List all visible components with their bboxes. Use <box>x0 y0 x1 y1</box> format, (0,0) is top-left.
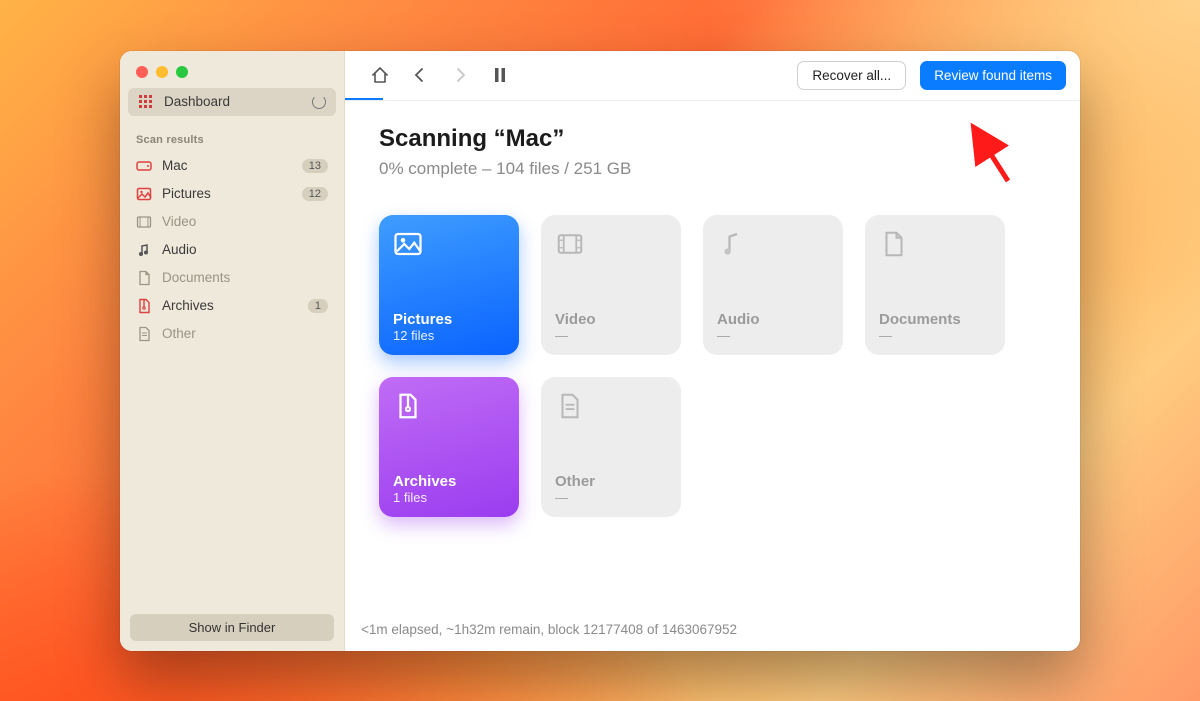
other-icon <box>136 326 152 342</box>
sidebar-item-archives[interactable]: Archives 1 <box>120 292 344 320</box>
chevron-left-icon <box>412 67 428 83</box>
sidebar-item-audio[interactable]: Audio <box>120 236 344 264</box>
app-window: Dashboard Scan results Mac 13 Pictures 1… <box>120 51 1080 651</box>
dashboard-label: Dashboard <box>164 94 230 109</box>
sidebar-item-label: Archives <box>162 298 214 313</box>
progress-accent <box>345 98 383 100</box>
document-icon <box>879 229 909 259</box>
card-title: Archives <box>393 473 505 490</box>
loading-spinner-icon <box>312 95 326 109</box>
pause-button[interactable] <box>487 62 513 88</box>
archive-icon <box>136 298 152 314</box>
minimize-window-button[interactable] <box>156 66 168 78</box>
card-subtitle: — <box>879 328 991 343</box>
audio-icon <box>136 242 152 258</box>
page-title: Scanning “Mac” <box>379 125 1046 153</box>
count-badge: 12 <box>302 187 328 201</box>
sidebar-item-video[interactable]: Video <box>120 208 344 236</box>
sidebar-item-pictures[interactable]: Pictures 12 <box>120 180 344 208</box>
card-subtitle: — <box>555 490 667 505</box>
card-title: Other <box>555 473 667 490</box>
status-bar: <1m elapsed, ~1h32m remain, block 121774… <box>345 612 1080 651</box>
archive-icon <box>393 391 423 421</box>
card-subtitle: — <box>555 328 667 343</box>
sidebar-item-label: Video <box>162 214 196 229</box>
sidebar-item-label: Pictures <box>162 186 211 201</box>
audio-icon <box>717 229 747 259</box>
home-icon <box>370 65 390 85</box>
close-window-button[interactable] <box>136 66 148 78</box>
sidebar-nav: Mac 13 Pictures 12 Video Audio Documents <box>120 152 344 348</box>
pause-icon <box>493 67 507 83</box>
card-title: Pictures <box>393 311 505 328</box>
card-archives[interactable]: Archives 1 files <box>379 377 519 517</box>
card-subtitle: 1 files <box>393 490 505 505</box>
video-icon <box>555 229 585 259</box>
card-subtitle: 12 files <box>393 328 505 343</box>
sidebar-item-label: Audio <box>162 242 197 257</box>
card-video[interactable]: Video — <box>541 215 681 355</box>
page-subtitle: 0% complete – 104 files / 251 GB <box>379 159 1046 179</box>
count-badge: 13 <box>302 159 328 173</box>
recover-all-button[interactable]: Recover all... <box>797 61 906 90</box>
sidebar-section-label: Scan results <box>120 116 344 152</box>
card-audio[interactable]: Audio — <box>703 215 843 355</box>
card-other[interactable]: Other — <box>541 377 681 517</box>
grid-icon <box>138 94 154 110</box>
chevron-right-icon <box>452 67 468 83</box>
other-icon <box>555 391 585 421</box>
card-documents[interactable]: Documents — <box>865 215 1005 355</box>
sidebar-dashboard[interactable]: Dashboard <box>128 88 336 116</box>
card-title: Audio <box>717 311 829 328</box>
sidebar-item-documents[interactable]: Documents <box>120 264 344 292</box>
sidebar: Dashboard Scan results Mac 13 Pictures 1… <box>120 51 345 651</box>
window-controls <box>120 51 344 88</box>
video-icon <box>136 214 152 230</box>
home-button[interactable] <box>367 62 393 88</box>
main-panel: Recover all... Review found items Scanni… <box>345 51 1080 651</box>
picture-icon <box>393 229 423 259</box>
picture-icon <box>136 186 152 202</box>
card-subtitle: — <box>717 328 829 343</box>
document-icon <box>136 270 152 286</box>
disk-icon <box>136 158 152 174</box>
sidebar-item-label: Other <box>162 326 196 341</box>
card-pictures[interactable]: Pictures 12 files <box>379 215 519 355</box>
show-in-finder-button[interactable]: Show in Finder <box>130 614 334 641</box>
sidebar-footer: Show in Finder <box>120 604 344 651</box>
back-button[interactable] <box>407 62 433 88</box>
card-title: Documents <box>879 311 991 328</box>
review-found-items-button[interactable]: Review found items <box>920 61 1066 90</box>
category-cards: Pictures 12 files Video — Audio — <box>379 215 1046 517</box>
content-area: Scanning “Mac” 0% complete – 104 files /… <box>345 101 1080 612</box>
count-badge: 1 <box>308 299 328 313</box>
forward-button <box>447 62 473 88</box>
zoom-window-button[interactable] <box>176 66 188 78</box>
sidebar-item-label: Mac <box>162 158 188 173</box>
toolbar: Recover all... Review found items <box>345 51 1080 101</box>
sidebar-item-label: Documents <box>162 270 230 285</box>
sidebar-item-other[interactable]: Other <box>120 320 344 348</box>
card-title: Video <box>555 311 667 328</box>
sidebar-item-mac[interactable]: Mac 13 <box>120 152 344 180</box>
